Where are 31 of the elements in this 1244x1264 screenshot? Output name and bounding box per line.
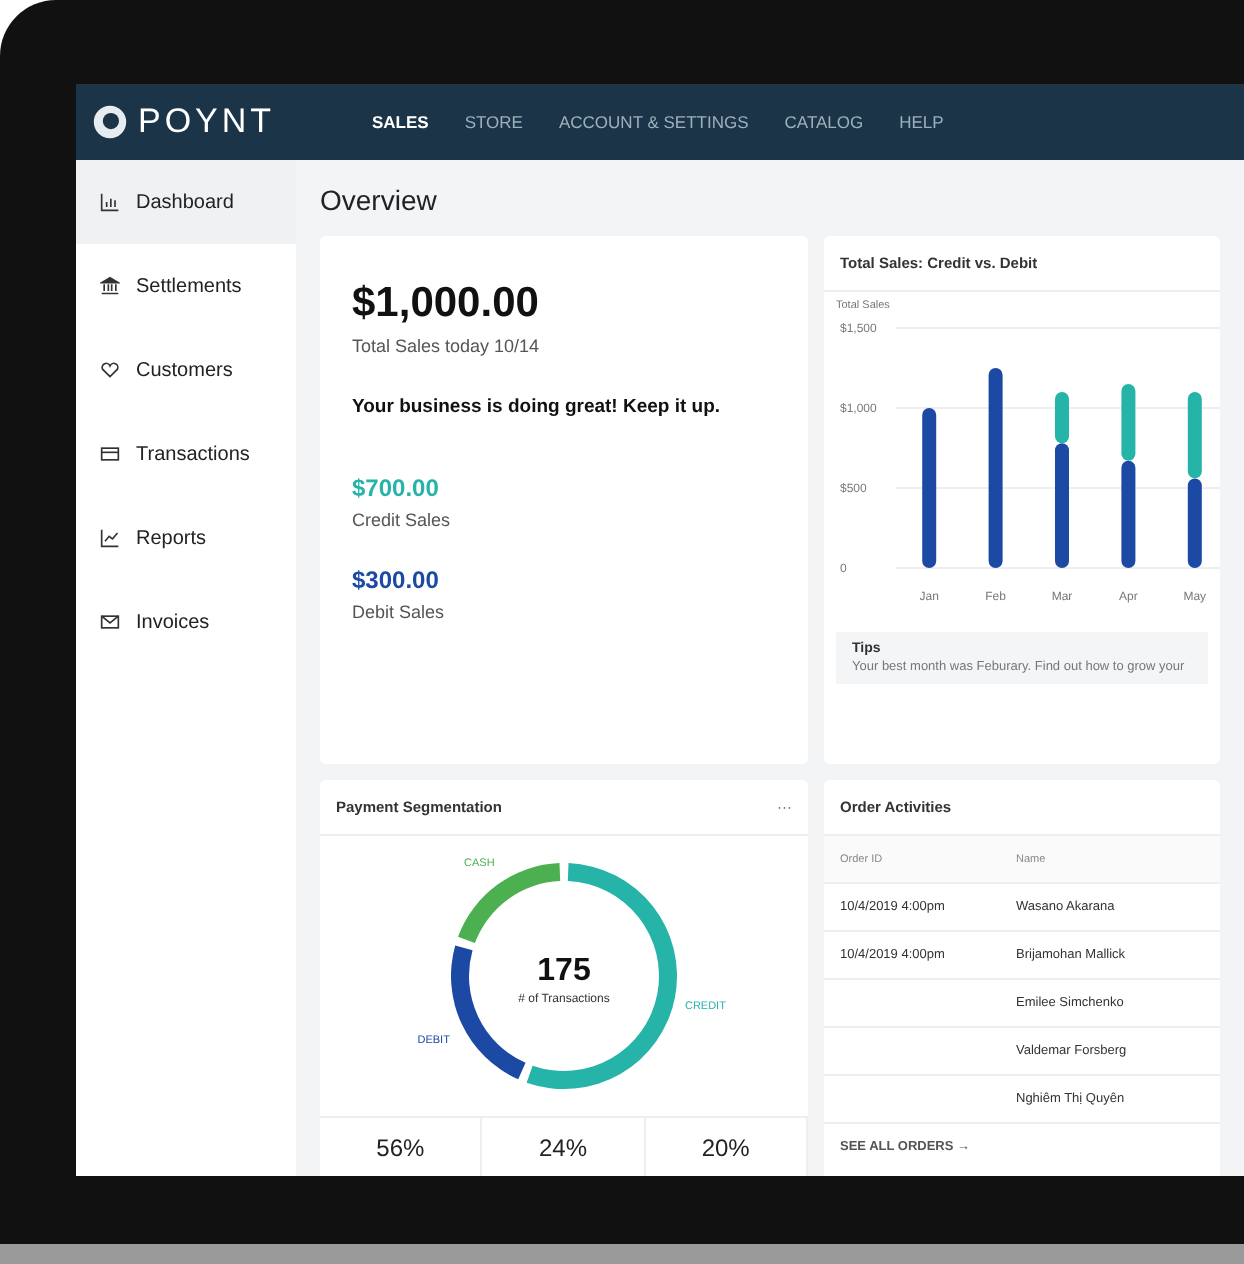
bar-chart-icon	[100, 192, 120, 212]
logo-icon	[92, 104, 128, 140]
page-title: Overview	[320, 184, 439, 216]
sidebar-item[interactable]: Transactions	[76, 412, 296, 496]
heart-icon	[100, 360, 120, 380]
percentage-stat: 56%	[320, 1118, 483, 1176]
sales-label: Credit Sales	[352, 510, 453, 530]
brand-name: POYNT	[138, 102, 276, 142]
transaction-count: 175	[537, 954, 591, 988]
sidebar-item[interactable]: Dashboard	[76, 160, 296, 244]
sales-amount: $700.00	[352, 474, 441, 502]
sales-label: Debit Sales	[352, 602, 447, 622]
card-icon	[100, 444, 120, 464]
sidebar-item[interactable]: Settlements	[76, 244, 296, 328]
nav-tab[interactable]: ACCOUNT & SETTINGS	[558, 112, 749, 132]
sidebar-item[interactable]: Customers	[76, 328, 296, 412]
envelope-icon	[100, 612, 120, 632]
nav-tab[interactable]: HELP	[899, 112, 944, 132]
sidebar-item[interactable]: Invoices	[76, 580, 296, 664]
total-amount: $1,000.00	[352, 280, 541, 328]
nav-tab[interactable]: STORE	[464, 112, 523, 132]
percentage-stat: 24%	[482, 1118, 646, 1176]
total-label: Total Sales today 10/14	[352, 336, 542, 356]
sales-amount: $300.00	[352, 566, 441, 594]
bank-icon	[100, 276, 120, 296]
percentage-stat: 20%	[645, 1118, 808, 1176]
status-message: Your business is doing great! Keep it up.	[352, 396, 723, 418]
line-chart-icon	[100, 528, 120, 548]
nav-tab[interactable]: CATALOG	[784, 112, 864, 132]
nav-tab[interactable]: SALES	[372, 112, 429, 132]
sidebar-item[interactable]: Reports	[76, 496, 296, 580]
